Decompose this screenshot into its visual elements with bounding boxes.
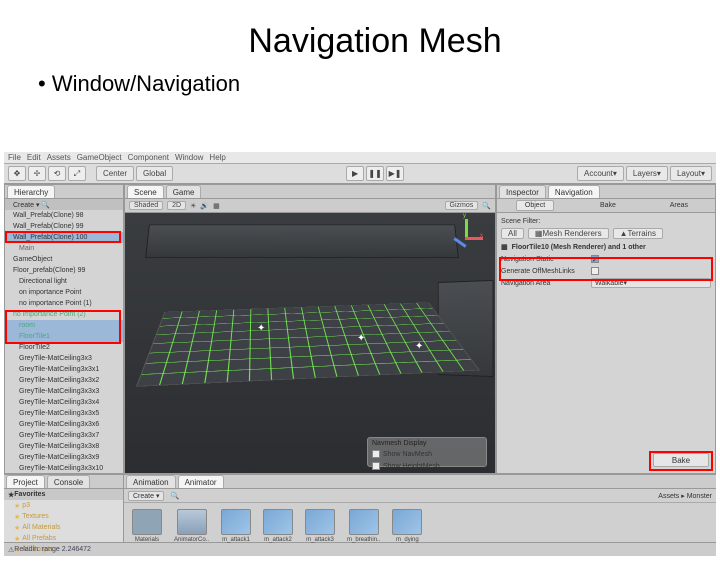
navigation-panel: Inspector Navigation Object Bake Areas S… xyxy=(496,184,716,474)
shading-dropdown[interactable]: Shaded xyxy=(129,201,163,210)
hierarchy-item[interactable]: GreyTile-MatCeiling3x3 xyxy=(5,353,123,364)
menu-gameobject[interactable]: GameObject xyxy=(77,153,122,162)
light-gizmo-icon: ✦ xyxy=(257,323,269,335)
show-heightmesh-checkbox[interactable] xyxy=(372,462,380,470)
breadcrumb[interactable]: Assets ▸ Monster xyxy=(658,492,712,500)
scale-tool-button[interactable]: ⤢ xyxy=(68,166,86,181)
highlight-box xyxy=(5,310,121,344)
hierarchy-item[interactable]: Main xyxy=(5,243,123,254)
filter-all-button[interactable]: All xyxy=(501,228,524,239)
audio-icon[interactable]: 🔊 xyxy=(200,202,209,210)
layout-dropdown[interactable]: Layout ▾ xyxy=(670,166,712,181)
hierarchy-item[interactable]: GreyTile-MatCeiling3x3x3 xyxy=(5,386,123,397)
pause-button[interactable]: ❚❚ xyxy=(366,166,384,181)
hierarchy-item[interactable]: on importance Point xyxy=(5,287,123,298)
scene-panel: Scene Game Shaded 2D ☀ 🔊 ▦ Gizmos 🔍 ✦ ✦ … xyxy=(124,184,496,474)
asset-item[interactable]: m_attack3 xyxy=(305,509,335,543)
tab-game[interactable]: Game xyxy=(166,185,202,198)
slide-bullet: • Window/Navigation xyxy=(38,71,720,97)
orientation-gizmo[interactable]: x y xyxy=(447,219,487,259)
highlight-box xyxy=(5,231,121,243)
layers-dropdown[interactable]: Layers ▾ xyxy=(626,166,668,181)
favorite-item[interactable]: All Prefabs xyxy=(4,533,123,544)
hierarchy-item[interactable]: GreyTile-MatCeiling3x3x4 xyxy=(5,397,123,408)
hierarchy-item[interactable]: Wall_Prefab(Clone) 98 xyxy=(5,210,123,221)
hierarchy-item[interactable]: GreyTile-MatCeiling3x3x6 xyxy=(5,419,123,430)
highlight-box xyxy=(649,451,713,471)
menu-assets[interactable]: Assets xyxy=(47,153,71,162)
fx-icon[interactable]: ▦ xyxy=(213,202,220,210)
show-navmesh-checkbox[interactable] xyxy=(372,450,380,458)
create-dropdown[interactable]: Create ▾ xyxy=(128,491,164,501)
asset-item[interactable]: m_attack2 xyxy=(263,509,293,543)
hierarchy-item[interactable]: GameObject xyxy=(5,254,123,265)
hierarchy-item[interactable]: no importance Point (1) xyxy=(5,298,123,309)
rotate-tool-button[interactable]: ⟲ xyxy=(48,166,66,181)
hierarchy-item[interactable]: GreyTile-MatCeiling3x3x7 xyxy=(5,430,123,441)
tab-inspector[interactable]: Inspector xyxy=(499,185,546,198)
light-icon[interactable]: ☀ xyxy=(190,202,196,210)
light-gizmo-icon: ✦ xyxy=(415,341,427,353)
hierarchy-item[interactable]: Directional light xyxy=(5,276,123,287)
project-panel: Project Console ★ Favorites p3 Textures … xyxy=(4,475,124,542)
menu-component[interactable]: Component xyxy=(128,153,169,162)
toolbar: ✥ ✢ ⟲ ⤢ Center Global ▶ ❚❚ ▶❚ Account ▾ … xyxy=(4,164,716,184)
hierarchy-item[interactable]: GreyTile-MatCeiling3x3x2 xyxy=(5,375,123,386)
hierarchy-panel: Hierarchy Create ▾ 🔍 Wall_Prefab(Clone) … xyxy=(4,184,124,474)
menu-file[interactable]: File xyxy=(8,153,21,162)
menu-help[interactable]: Help xyxy=(209,153,225,162)
tab-project[interactable]: Project xyxy=(6,475,45,488)
move-tool-button[interactable]: ✢ xyxy=(28,166,46,181)
tab-hierarchy[interactable]: Hierarchy xyxy=(7,185,55,198)
nav-subtab-areas[interactable]: Areas xyxy=(662,200,696,211)
space-toggle[interactable]: Global xyxy=(136,166,173,181)
tab-scene[interactable]: Scene xyxy=(127,185,164,198)
2d-toggle[interactable]: 2D xyxy=(167,201,186,210)
tab-navigation[interactable]: Navigation xyxy=(548,185,600,198)
gizmos-dropdown[interactable]: Gizmos xyxy=(445,201,479,210)
light-gizmo-icon: ✦ xyxy=(357,333,369,345)
hierarchy-item[interactable]: GreyTile-MatCeiling3x3x9 xyxy=(5,452,123,463)
hierarchy-item[interactable]: GreyTile-MatCeiling3x3x10 xyxy=(5,463,123,473)
pivot-toggle[interactable]: Center xyxy=(96,166,134,181)
asset-folder[interactable]: Materials xyxy=(132,509,162,543)
hierarchy-item[interactable]: GreyTile-MatCeiling3x3x5 xyxy=(5,408,123,419)
menu-bar: File Edit Assets GameObject Component Wi… xyxy=(4,152,716,164)
scene-viewport[interactable]: ✦ ✦ ✦ x y Navmesh Display Show NavMesh S… xyxy=(125,213,495,473)
hierarchy-item[interactable]: Floor_prefab(Clone) 99 xyxy=(5,265,123,276)
hierarchy-item[interactable]: GreyTile-MatCeiling3x3x1 xyxy=(5,364,123,375)
unity-editor: File Edit Assets GameObject Component Wi… xyxy=(4,152,716,556)
filter-terrain-button[interactable]: ▲ Terrains xyxy=(613,228,663,239)
asset-item[interactable]: m_breathin.. xyxy=(347,509,380,543)
selection-name: ▦ FloorTile10 (Mesh Renderer) and 1 othe… xyxy=(497,241,715,253)
nav-subtab-object[interactable]: Object xyxy=(516,200,554,211)
favorite-item[interactable]: Textures xyxy=(4,511,123,522)
asset-item[interactable]: m_attack1 xyxy=(221,509,251,543)
filter-mesh-button[interactable]: ▦ Mesh Renderers xyxy=(528,228,609,239)
tab-animator[interactable]: Animator xyxy=(178,475,224,488)
asset-item[interactable]: m_dying xyxy=(392,509,422,543)
menu-edit[interactable]: Edit xyxy=(27,153,41,162)
play-button[interactable]: ▶ xyxy=(346,166,364,181)
asset-item[interactable]: AnimatorCo.. xyxy=(174,509,209,543)
slide-title: Navigation Mesh xyxy=(30,22,720,61)
favorite-item[interactable]: p3 xyxy=(4,500,123,511)
favorite-item[interactable]: All Materials xyxy=(4,522,123,533)
tab-animation[interactable]: Animation xyxy=(126,475,176,488)
favorites-header: ★ Favorites xyxy=(4,489,123,500)
scene-toolbar: Shaded 2D ☀ 🔊 ▦ Gizmos 🔍 xyxy=(125,199,495,213)
nav-subtab-bake[interactable]: Bake xyxy=(592,200,624,211)
menu-window[interactable]: Window xyxy=(175,153,203,162)
navmesh-display: Navmesh Display Show NavMesh Show Height… xyxy=(367,437,487,467)
highlight-box xyxy=(499,257,713,281)
hierarchy-item[interactable]: GreyTile-MatCeiling3x3x8 xyxy=(5,441,123,452)
account-dropdown[interactable]: Account ▾ xyxy=(577,166,624,181)
hand-tool-button[interactable]: ✥ xyxy=(8,166,26,181)
hierarchy-search[interactable]: Create ▾ 🔍 xyxy=(5,199,123,210)
assets-panel: Animation Animator Create ▾ 🔍 Assets ▸ M… xyxy=(124,475,716,542)
step-button[interactable]: ▶❚ xyxy=(386,166,404,181)
tab-console[interactable]: Console xyxy=(47,475,90,488)
